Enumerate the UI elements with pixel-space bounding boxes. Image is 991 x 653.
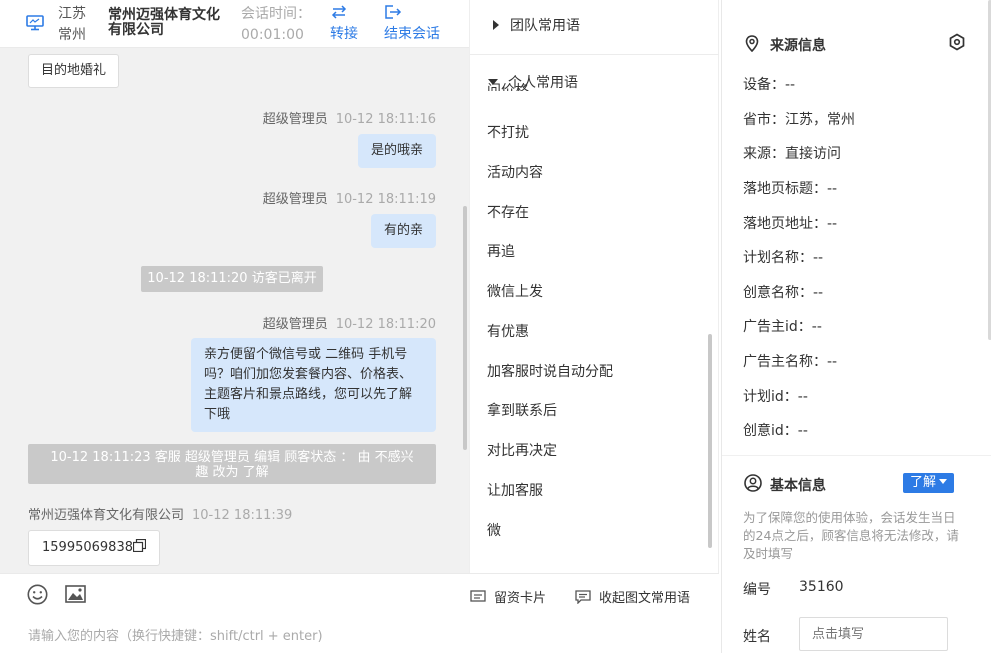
customer-info-panel: 来源信息 设备：-- 省市：江苏，常州 来源：直接访问 落地页标题：-- 落地页… [721, 0, 991, 653]
transfer-icon [331, 5, 347, 19]
sender-name: 超级管理员 [262, 192, 328, 207]
phrase-item[interactable]: 不打扰 [487, 122, 529, 142]
session-time: 会话时间： 00:01:00 [241, 4, 311, 46]
user-circle-icon [744, 474, 762, 492]
system-notice: 10-12 18:11:20 访客已离开 [141, 266, 323, 292]
collapse-phrases-label: 收起图文常用语 [599, 591, 691, 606]
agent-message-bubble: 有的亲 [370, 214, 436, 248]
personal-phrases-label: 个人常用语 [508, 75, 578, 91]
divider [470, 54, 719, 55]
advertiser-id-row: 广告主id：-- [743, 319, 822, 335]
lead-card-label: 留资卡片 [494, 591, 547, 606]
creative-id-row: 创意id：-- [743, 423, 808, 439]
location-pin-icon [745, 35, 759, 52]
device-row: 设备：-- [743, 77, 796, 93]
plan-name-row: 计划名称：-- [743, 250, 824, 266]
phrase-item[interactable]: 加客服时说自动分配 [487, 361, 613, 381]
plan-id-row: 计划id：-- [743, 389, 808, 405]
visitor-message-text: 15995069838 [42, 540, 133, 555]
collapse-phrases-button[interactable]: 收起图文常用语 [575, 587, 690, 606]
sender-name: 常州迈强体育文化有限公司 [28, 508, 185, 523]
message-time: 10-12 18:11:16 [335, 112, 436, 127]
basic-info-title: 基本信息 [770, 478, 826, 494]
phrase-item[interactable]: 微 [487, 520, 501, 540]
landing-title-row: 落地页标题：-- [743, 181, 838, 197]
source-info-title: 来源信息 [770, 38, 826, 54]
phrase-scrollbar[interactable] [708, 334, 712, 548]
system-notice: 10-12 18:11:23 客服 超级管理员 编辑 顾客状态 ： 由 不感兴趣… [28, 444, 436, 484]
quick-reply-chip[interactable]: 目的地婚礼 [28, 54, 120, 88]
landing-url-row: 落地页地址：-- [743, 216, 838, 232]
message-meta: 常州迈强体育文化有限公司 10-12 18:11:39 [28, 504, 292, 523]
message-input[interactable]: 请输入您的内容（换行快捷键：shift/ctrl + enter) [28, 625, 323, 644]
customer-id-value: 35160 [799, 579, 844, 595]
message-meta: 超级管理员 10-12 18:11:16 [263, 108, 436, 127]
phrase-item[interactable]: 有优惠 [487, 321, 529, 341]
caret-down-icon [488, 79, 498, 85]
image-icon[interactable] [65, 585, 86, 603]
chat-scrollbar[interactable] [463, 206, 467, 450]
message-time: 10-12 18:11:39 [192, 508, 293, 523]
session-time-label: 会话时间： [241, 6, 311, 22]
customer-status-label: 了解 [910, 475, 937, 490]
composer: 留资卡片 收起图文常用语 请输入您的内容（换行快捷键：shift/ctrl + … [0, 573, 719, 653]
phrase-item[interactable]: 对比再决定 [487, 440, 557, 460]
province-city-row: 省市：江苏，常州 [743, 112, 855, 128]
edit-notice: 为了保障您的使用体验，会话发生当日的24点之后，顾客信息将无法修改，请及时填写 [743, 510, 959, 561]
visitor-region: 江苏 常州 [58, 4, 86, 46]
sender-name: 超级管理员 [262, 112, 328, 127]
end-session-button[interactable]: 结束会话 [384, 4, 440, 45]
monitor-icon [26, 15, 44, 31]
phrase-item[interactable]: 活动内容 [487, 162, 543, 182]
transfer-label: 转接 [330, 26, 358, 42]
region-province: 江苏 [58, 6, 86, 22]
agent-message-bubble: 是的哦亲 [357, 134, 436, 168]
sender-name: 超级管理员 [262, 317, 328, 332]
message-meta: 超级管理员 10-12 18:11:19 [263, 188, 436, 207]
team-phrases-header[interactable]: 团队常用语 [492, 15, 580, 37]
phrase-item[interactable]: 微信上发 [487, 281, 543, 301]
chat-header: 江苏 常州 常州迈强体育文化有限公司 会话时间： 00:01:00 转接 结束会… [0, 0, 469, 48]
chat-panel: 江苏 常州 常州迈强体育文化有限公司 会话时间： 00:01:00 转接 结束会… [0, 0, 469, 653]
caret-right-icon [493, 20, 499, 30]
card-icon [470, 590, 486, 602]
message-time: 10-12 18:11:20 [335, 317, 436, 332]
creative-name-row: 创意名称：-- [743, 285, 824, 301]
customer-name-input[interactable] [799, 617, 948, 651]
transfer-button[interactable]: 转接 [330, 4, 358, 45]
source-row: 来源：直接访问 [743, 146, 841, 162]
phrase-item[interactable]: 不存在 [487, 202, 529, 222]
customer-name-label: 姓名 [743, 629, 771, 645]
message-icon [575, 590, 591, 605]
region-city: 常州 [58, 27, 86, 43]
copy-icon[interactable] [132, 538, 147, 553]
advertiser-name-row: 广告主名称：-- [743, 354, 838, 370]
message-time: 10-12 18:11:19 [335, 192, 436, 207]
phrase-item[interactable]: 让加客服 [487, 480, 543, 500]
team-phrases-label: 团队常用语 [510, 18, 580, 34]
emoji-icon[interactable] [27, 584, 48, 605]
customer-id-label: 编号 [743, 582, 771, 598]
agent-message-bubble: 亲方便留个微信号或 二维码 手机号吗？咱们加您发套餐内容、价格表、主题客片和景点… [191, 338, 436, 432]
lead-card-button[interactable]: 留资卡片 [470, 587, 546, 606]
exit-icon [385, 5, 402, 19]
phrase-item[interactable]: 拿到联系后 [487, 400, 557, 420]
divider [722, 455, 991, 456]
message-list[interactable]: 目的地婚礼 超级管理员 10-12 18:11:16 是的哦亲 超级管理员 10-1… [0, 48, 469, 573]
customer-status-dropdown[interactable]: 了解 [903, 473, 955, 493]
personal-phrases-header[interactable]: 个人常用语 [488, 72, 578, 94]
settings-hex-icon[interactable] [948, 33, 966, 51]
phrase-panel: 团队常用语 问价格 个人常用语 不打扰 活动内容 不存在 再追 微信上发 有优惠… [469, 0, 719, 573]
session-time-value: 00:01:00 [241, 27, 304, 43]
end-session-label: 结束会话 [384, 26, 440, 42]
visitor-message-bubble: 15995069838 [28, 530, 160, 566]
message-meta: 超级管理员 10-12 18:11:20 [263, 313, 436, 332]
phrase-item[interactable]: 再追 [487, 241, 515, 261]
company-name: 常州迈强体育文化有限公司 [108, 7, 220, 38]
caret-down-icon [939, 479, 948, 484]
